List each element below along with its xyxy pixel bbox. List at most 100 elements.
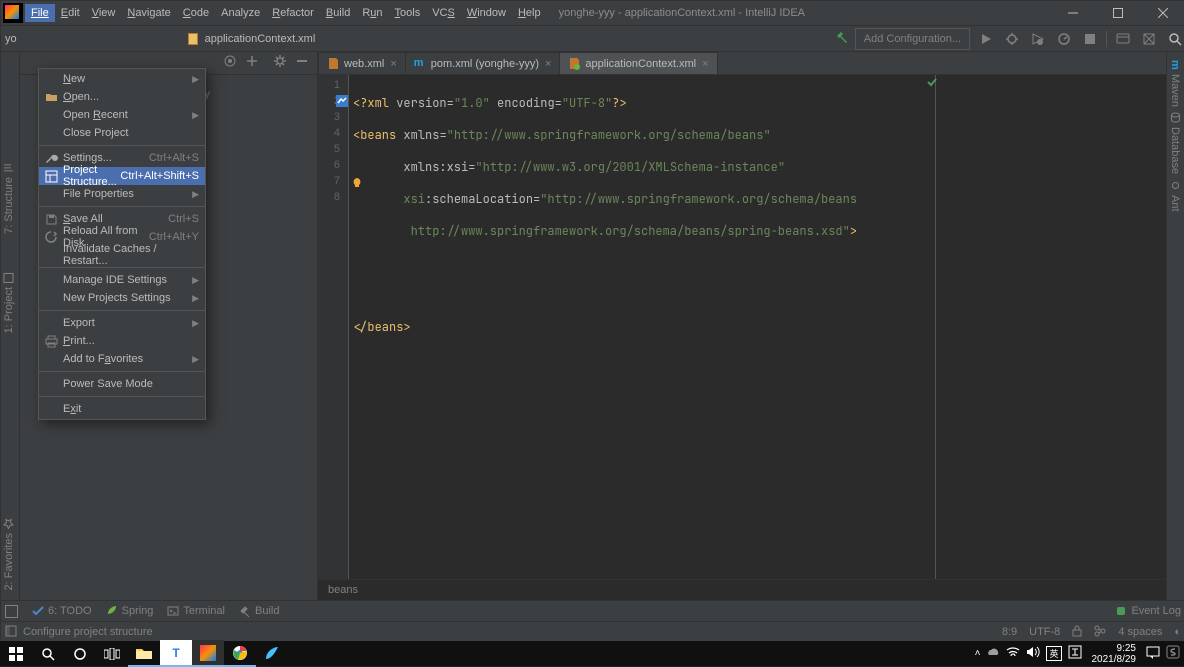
menu-refactor[interactable]: Refactor	[266, 4, 320, 22]
git-status-icon[interactable]	[1094, 625, 1106, 640]
menu-view[interactable]: View	[86, 4, 122, 22]
database-tool-button[interactable]: Database	[1169, 112, 1181, 174]
file-menu-file-properties[interactable]: File Properties▶	[39, 185, 205, 203]
stop-button[interactable]	[1080, 29, 1100, 49]
file-menu-open[interactable]: Open...	[39, 88, 205, 106]
maven-tool-button[interactable]: m Maven	[1169, 60, 1181, 107]
file-menu-project-structure[interactable]: Project Structure...Ctrl+Alt+Shift+S	[39, 167, 205, 185]
tray-wifi-icon[interactable]	[1006, 646, 1020, 661]
search-button[interactable]	[32, 641, 64, 666]
debug-button[interactable]	[1002, 29, 1022, 49]
run-configuration-selector[interactable]: Add Configuration...	[855, 28, 970, 50]
search-everywhere-button[interactable]	[1165, 29, 1184, 49]
tool-window-quick-access-icon[interactable]	[5, 605, 18, 618]
taskbar-explorer[interactable]	[128, 640, 160, 667]
menu-tools[interactable]: Tools	[389, 4, 427, 22]
tab-label: applicationContext.xml	[585, 58, 696, 70]
code-editor[interactable]: <?xml version="1.0" encoding="UTF-8"?> <…	[349, 75, 936, 579]
close-tab-icon[interactable]: ×	[390, 58, 396, 70]
file-menu-manage-ide[interactable]: Manage IDE Settings▶	[39, 271, 205, 289]
editor-tab-pom[interactable]: m pom.xml (yonghe-yyy) ×	[405, 52, 561, 74]
status-indent[interactable]: 4 spaces	[1118, 626, 1162, 638]
editor-breadcrumb[interactable]: beans	[318, 579, 1166, 600]
structure-tool-button[interactable]: 7: Structure	[3, 162, 15, 234]
menu-run[interactable]: Run	[356, 4, 388, 22]
file-menu-export[interactable]: Export▶	[39, 314, 205, 332]
sogou-icon[interactable]	[1166, 645, 1180, 662]
terminal-tool-button[interactable]: Terminal	[167, 605, 225, 617]
menu-edit[interactable]: Edit	[55, 4, 86, 22]
xmlns-gutter-icon[interactable]	[336, 95, 348, 107]
breadcrumb-file[interactable]: applicationContext.xml	[205, 33, 316, 45]
notification-icon[interactable]	[1146, 645, 1160, 662]
menu-analyze[interactable]: Analyze	[215, 4, 266, 22]
ime-indicator[interactable]: 英	[1046, 646, 1061, 661]
status-encoding[interactable]: UTF-8	[1029, 626, 1060, 638]
spring-tool-button[interactable]: Spring	[106, 604, 154, 619]
window-maximize-button[interactable]	[1095, 1, 1140, 25]
run-button[interactable]	[976, 29, 996, 49]
taskbar-clock[interactable]: 9:25 2021/8/29	[1088, 643, 1141, 665]
expand-all-icon[interactable]	[245, 54, 263, 72]
file-menu-print[interactable]: Print...	[39, 332, 205, 350]
menu-window[interactable]: Window	[461, 4, 512, 22]
menu-code[interactable]: Code	[177, 4, 215, 22]
file-menu-open-recent[interactable]: Open Recent▶	[39, 106, 205, 124]
close-tab-icon[interactable]: ×	[545, 58, 551, 70]
cortana-button[interactable]	[64, 641, 96, 666]
taskbar-chrome[interactable]	[224, 640, 256, 667]
select-opened-icon[interactable]	[223, 54, 241, 72]
intellij-logo-icon	[3, 3, 23, 23]
project-structure-icon	[44, 169, 58, 183]
taskbar-app[interactable]	[256, 640, 288, 667]
editor-tabs: web.xml × m pom.xml (yonghe-yyy) × appli…	[318, 52, 1166, 75]
profiler-button[interactable]	[1054, 29, 1074, 49]
ant-tool-button[interactable]: Ant	[1169, 180, 1181, 212]
git-branch-icon[interactable]	[1139, 29, 1159, 49]
favorites-tool-button[interactable]: 2: Favorites	[3, 518, 15, 590]
file-menu-new-projects-settings[interactable]: New Projects Settings▶	[39, 289, 205, 307]
window-minimize-button[interactable]	[1050, 1, 1095, 25]
inspector-widget-icon[interactable]: ◐	[1174, 626, 1181, 638]
tray-chevron-icon[interactable]: ˄	[975, 648, 981, 659]
tray-volume-icon[interactable]	[1026, 646, 1040, 661]
intention-bulb-icon[interactable]	[351, 177, 363, 189]
window-close-button[interactable]	[1140, 1, 1184, 25]
maven-label: Maven	[1169, 74, 1181, 107]
tray-onedrive-icon[interactable]	[986, 647, 1000, 660]
line-number: 6	[318, 159, 348, 175]
event-log-button[interactable]: Event Log	[1131, 605, 1181, 617]
taskbar-todesk[interactable]: T	[160, 640, 192, 667]
file-menu-power-save[interactable]: Power Save Mode	[39, 375, 205, 393]
menu-file[interactable]: File	[25, 4, 55, 22]
menu-separator	[39, 145, 205, 146]
menu-vcs[interactable]: VCS	[426, 4, 461, 22]
editor-tab-applicationcontext[interactable]: applicationContext.xml ×	[559, 52, 717, 74]
file-menu-close-project[interactable]: Close Project	[39, 124, 205, 142]
file-menu-add-favorites[interactable]: Add to Favorites▶	[39, 350, 205, 368]
menu-help[interactable]: Help	[512, 4, 547, 22]
coverage-button[interactable]	[1028, 29, 1048, 49]
hide-icon[interactable]	[295, 54, 313, 72]
todo-tool-button[interactable]: 6: TODO	[32, 605, 92, 617]
vcs-update-button[interactable]	[1113, 29, 1133, 49]
menu-build[interactable]: Build	[320, 4, 356, 22]
ime-mode-icon[interactable]	[1068, 645, 1082, 662]
folder-open-icon	[44, 90, 58, 104]
editor-tab-web[interactable]: web.xml ×	[318, 52, 406, 74]
project-tool-button[interactable]: 1: Project	[3, 272, 15, 333]
file-menu-new[interactable]: New▶	[39, 70, 205, 88]
status-box-icon[interactable]	[5, 625, 17, 640]
menu-navigate[interactable]: Navigate	[121, 4, 176, 22]
build-icon[interactable]	[835, 30, 849, 47]
start-button[interactable]	[0, 641, 32, 666]
close-tab-icon[interactable]: ×	[702, 58, 708, 70]
file-menu-invalidate[interactable]: Invalidate Caches / Restart...	[39, 246, 205, 264]
file-menu-exit[interactable]: Exit	[39, 400, 205, 418]
build-tool-button[interactable]: Build	[239, 605, 279, 617]
gear-icon[interactable]	[273, 54, 291, 72]
taskbar-intellij[interactable]	[192, 640, 224, 667]
status-line-col[interactable]: 8:9	[1002, 626, 1017, 638]
task-view-button[interactable]	[96, 641, 128, 666]
lock-icon[interactable]	[1072, 625, 1082, 640]
